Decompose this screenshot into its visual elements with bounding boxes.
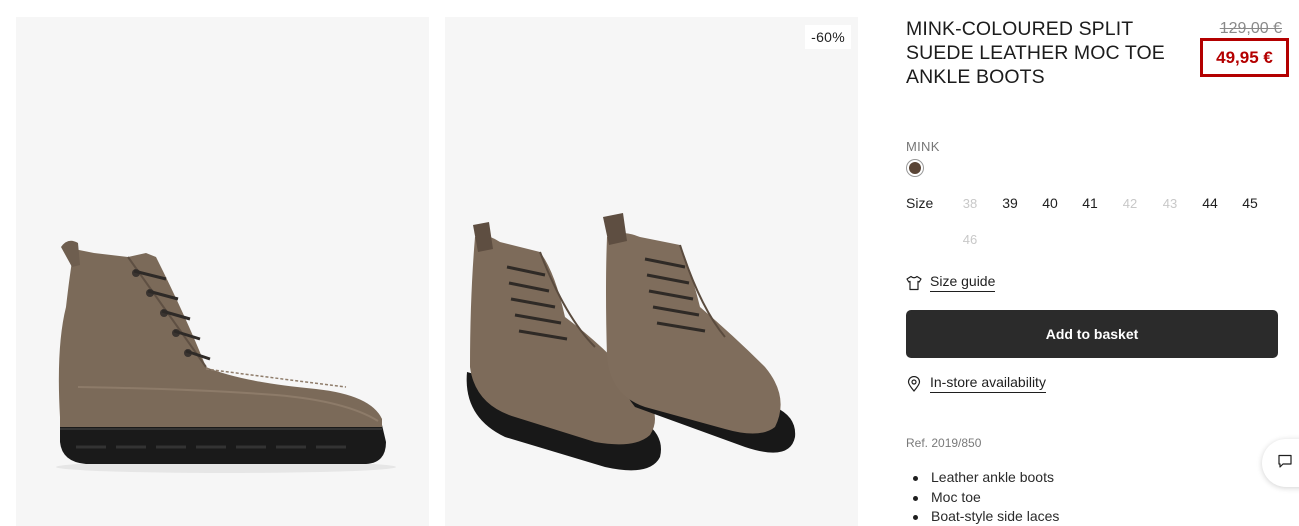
color-swatch-selector[interactable] (906, 159, 924, 177)
discount-badge: -60% (805, 25, 851, 49)
size-option-43[interactable]: 43 (1155, 196, 1185, 211)
size-option-38[interactable]: 38 (955, 196, 985, 211)
in-store-availability-label[interactable]: In-store availability (930, 374, 1046, 393)
product-image-pair[interactable]: -60% (445, 17, 858, 526)
size-option-44[interactable]: 44 (1195, 195, 1225, 211)
size-option-45[interactable]: 45 (1235, 195, 1265, 211)
feature-item: Leather ankle boots (913, 468, 1059, 488)
feature-item: Boat-style side laces (913, 507, 1059, 526)
add-to-basket-button[interactable]: Add to basket (906, 310, 1278, 358)
tshirt-icon (906, 275, 922, 291)
size-guide-label[interactable]: Size guide (930, 273, 996, 292)
boots-pair-illustration (466, 213, 796, 471)
size-guide-link[interactable]: Size guide (906, 273, 996, 292)
size-label: Size (906, 195, 934, 211)
location-pin-icon (906, 375, 922, 392)
color-name: MINK (906, 139, 940, 154)
product-reference: Ref. 2019/850 (906, 436, 982, 450)
product-title: MINK-COLOURED SPLIT SUEDE LEATHER MOC TO… (906, 18, 1165, 88)
feature-list: Leather ankle boots Moc toe Boat-style s… (913, 468, 1059, 526)
chat-bubble-icon (1277, 453, 1293, 474)
sale-price: 49,95 € (1216, 47, 1273, 67)
size-option-46[interactable]: 46 (955, 232, 985, 247)
color-swatch (909, 162, 921, 174)
in-store-availability-link[interactable]: In-store availability (906, 374, 1046, 393)
old-price: 129,00 € (1219, 20, 1282, 37)
size-option-39[interactable]: 39 (995, 195, 1025, 211)
chat-button[interactable] (1262, 439, 1299, 487)
boot-side-illustration (56, 240, 396, 473)
size-option-41[interactable]: 41 (1075, 195, 1105, 211)
product-image-side[interactable] (16, 17, 429, 526)
sale-price-highlight: 49,95 € (1200, 38, 1289, 77)
size-option-42[interactable]: 42 (1115, 196, 1145, 211)
feature-item: Moc toe (913, 488, 1059, 508)
size-option-40[interactable]: 40 (1035, 195, 1065, 211)
